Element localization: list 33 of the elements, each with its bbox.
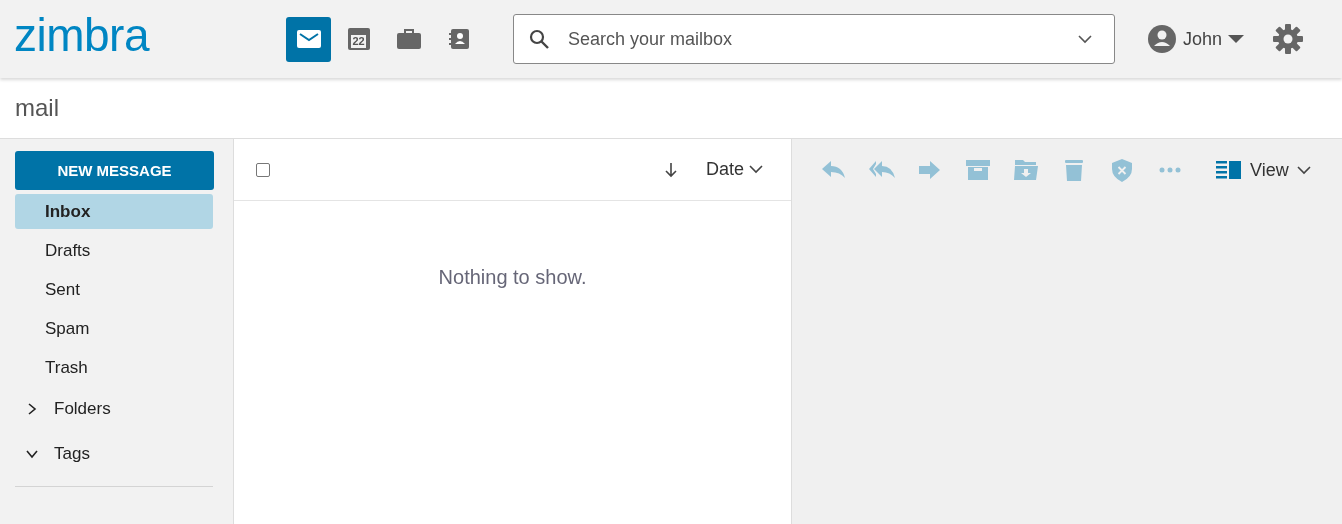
new-message-button[interactable]: NEW MESSAGE: [15, 151, 214, 190]
briefcase-icon: [395, 28, 422, 50]
avatar-icon: [1147, 24, 1177, 54]
arrow-down-icon[interactable]: [663, 161, 678, 178]
section-label[interactable]: Tags: [54, 443, 90, 464]
user-menu-button[interactable]: John: [1147, 24, 1245, 54]
folder-item[interactable]: Spam: [15, 311, 213, 346]
calendar-app-button[interactable]: 22: [336, 16, 381, 62]
chevron-right-icon[interactable]: [26, 402, 38, 415]
folder-item[interactable]: Drafts: [15, 233, 213, 268]
folder-item[interactable]: Inbox: [15, 194, 213, 229]
section-label[interactable]: Folders: [54, 398, 111, 419]
reading-pane-icon: [1216, 160, 1242, 180]
envelope-icon: [295, 29, 322, 49]
search-field[interactable]: Search your mailbox: [566, 27, 1078, 51]
chevron-down-icon[interactable]: [1078, 34, 1092, 44]
address-book-icon: [447, 28, 470, 50]
search-icon: [528, 28, 550, 50]
zimbra-logo: zimbra: [14, 12, 151, 63]
settings-icon[interactable]: [1272, 23, 1305, 55]
select-all-checkbox[interactable]: [256, 162, 270, 177]
chevron-down-icon: [1296, 165, 1311, 175]
view-dropdown[interactable]: View: [1216, 159, 1311, 181]
chevron-down-icon: [749, 165, 763, 174]
sort-dropdown[interactable]: Date: [705, 159, 763, 180]
sort-label: Date: [705, 159, 744, 180]
folder-item[interactable]: Trash: [15, 350, 213, 385]
empty-message: Nothing to show.: [438, 266, 587, 288]
search-bar[interactable]: Search your mailbox: [513, 14, 1115, 64]
folder-item[interactable]: Sent: [15, 272, 213, 307]
page-title: mail: [15, 94, 59, 122]
mail-app-button[interactable]: [286, 16, 331, 62]
caret-icon: [1228, 34, 1245, 44]
